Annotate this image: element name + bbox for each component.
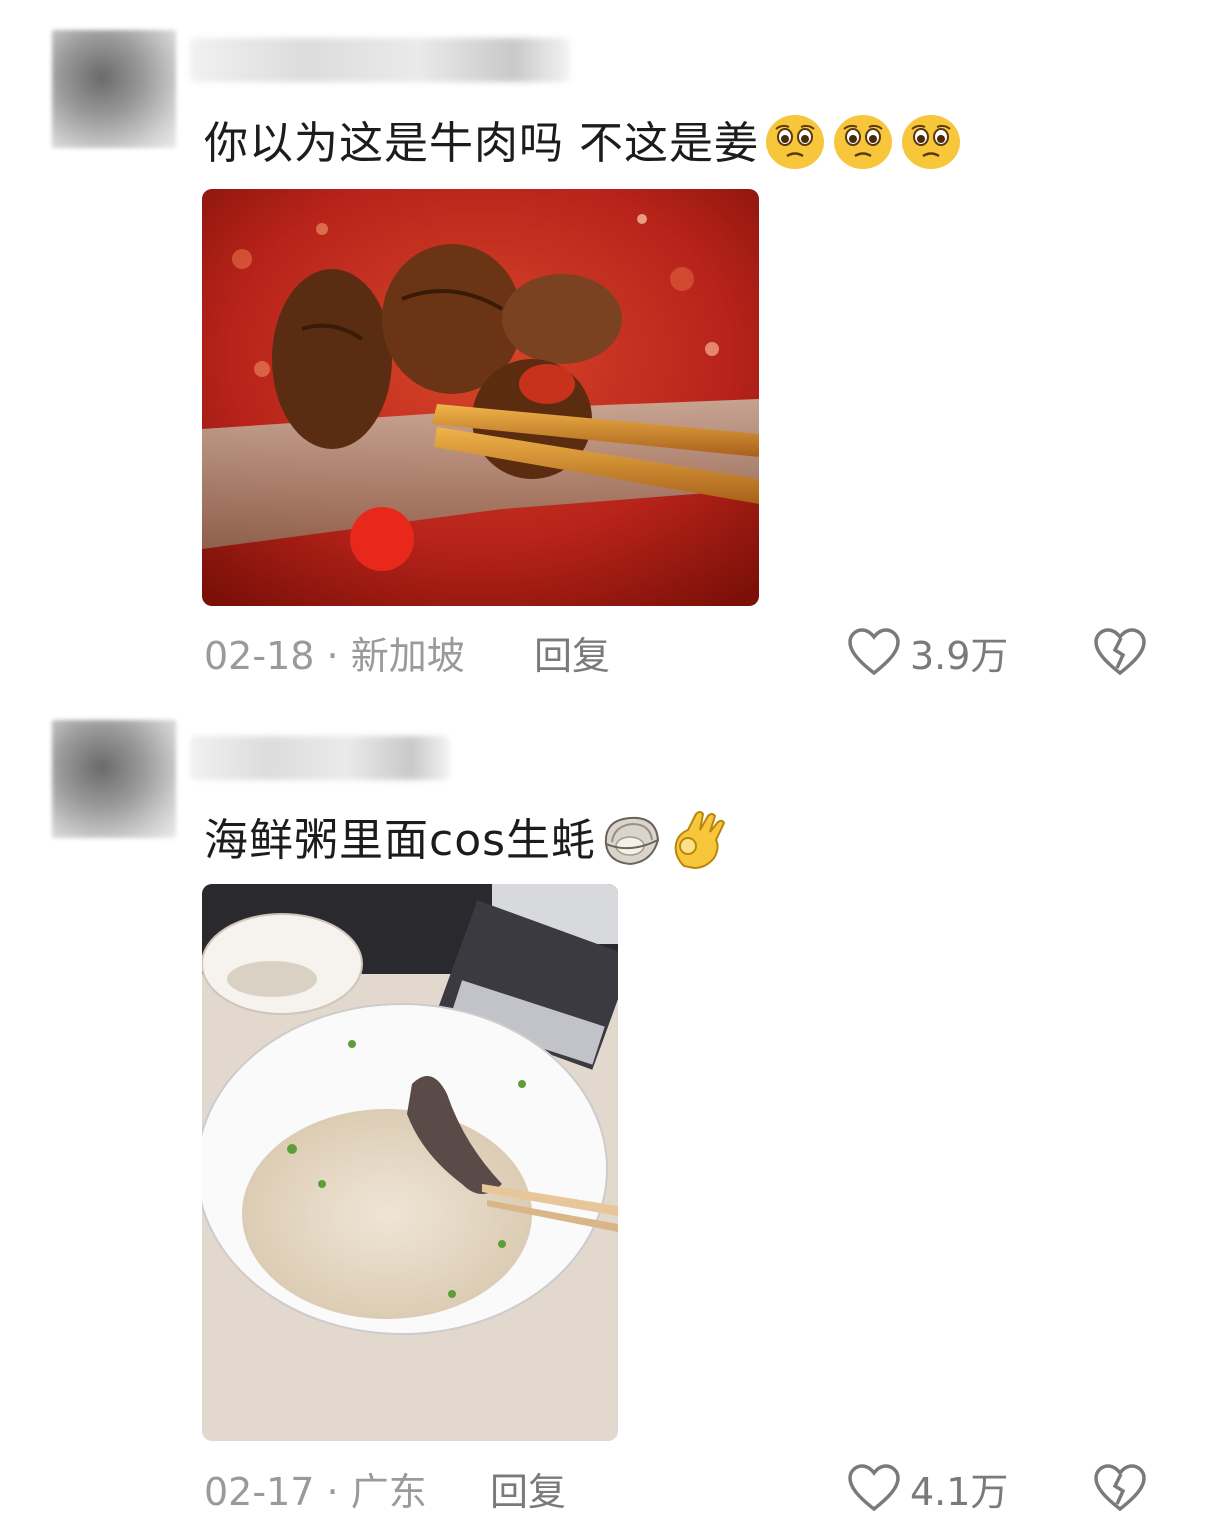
comment-feed: 你以为这是牛肉吗 不这是姜 02-18 · 新加坡 回复 3.9万 海鲜粥里面c… <box>0 0 1206 1528</box>
pleading-face-icon <box>899 112 963 180</box>
comment-location: 新加坡 <box>350 634 465 678</box>
comment-date: 02-17 <box>204 1470 315 1514</box>
reply-button[interactable]: 回复 <box>490 1473 566 1511</box>
comment-meta: 02-18 · 新加坡 <box>204 637 465 675</box>
ok-hand-icon <box>666 808 728 878</box>
meta-separator: · <box>326 1470 339 1514</box>
meta-separator: · <box>326 634 339 678</box>
comment-text: 海鲜粥里面cos生蚝 <box>204 808 728 878</box>
reply-button[interactable]: 回复 <box>534 637 610 675</box>
like-count: 3.9万 <box>910 634 1009 678</box>
like-count: 4.1万 <box>910 1470 1009 1514</box>
broken-heart-icon[interactable] <box>1094 628 1146 680</box>
comment-body: 海鲜粥里面cos生蚝 <box>204 815 597 866</box>
pleading-face-icon <box>763 112 827 180</box>
avatar[interactable] <box>52 30 176 148</box>
oyster-icon <box>600 810 662 876</box>
heart-icon[interactable] <box>848 1464 900 1516</box>
heart-icon[interactable] <box>848 628 900 680</box>
avatar[interactable] <box>52 720 176 838</box>
username-blurred[interactable] <box>190 736 450 780</box>
hotpot-beef-photo[interactable] <box>202 189 759 606</box>
comment-meta: 02-17 · 广东 <box>204 1473 427 1511</box>
comment-date: 02-18 <box>204 634 315 678</box>
broken-heart-icon[interactable] <box>1094 1464 1146 1516</box>
pleading-face-icon <box>831 112 895 180</box>
comment-body: 你以为这是牛肉吗 不这是姜 <box>204 118 759 169</box>
comment-text: 你以为这是牛肉吗 不这是姜 <box>204 112 963 180</box>
comment-location: 广东 <box>350 1470 427 1514</box>
username-blurred[interactable] <box>190 38 570 82</box>
seafood-porridge-photo[interactable] <box>202 884 618 1441</box>
